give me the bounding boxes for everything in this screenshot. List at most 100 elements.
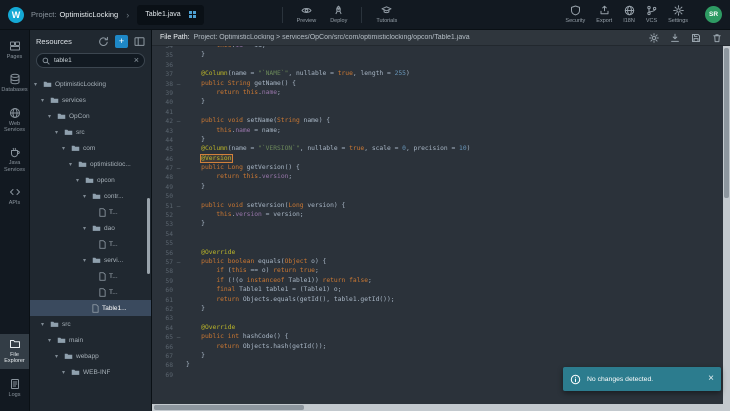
caret-down-icon[interactable] [62, 369, 68, 376]
caret-down-icon[interactable] [34, 81, 40, 88]
tree-item[interactable]: optimisticloc... [30, 156, 151, 172]
preview-button[interactable]: Preview [297, 5, 317, 24]
apis-icon [9, 186, 21, 198]
nav-pages[interactable]: Pages [0, 36, 29, 64]
search-input[interactable] [54, 57, 130, 64]
gutter-row: 60 [152, 286, 184, 295]
tree-item[interactable]: OptimisticLocking [30, 76, 151, 92]
caret-down-icon[interactable] [48, 113, 54, 120]
tree-item-label: optimisticloc... [90, 161, 131, 168]
settings-button[interactable]: Settings [668, 5, 688, 24]
caret-down-icon[interactable] [62, 145, 68, 152]
grid-icon[interactable] [189, 11, 196, 18]
nav-logs[interactable]: Logs [0, 374, 29, 402]
nav-java-services[interactable]: Java Services [0, 142, 29, 177]
tutorials-button[interactable]: Tutorials [376, 5, 397, 24]
tree-item[interactable]: src [30, 316, 151, 332]
caret-down-icon[interactable] [69, 161, 75, 168]
caret-down-icon[interactable] [55, 353, 61, 360]
caret-down-icon[interactable] [83, 225, 89, 232]
nav-databases[interactable]: Databases [0, 69, 29, 97]
folder-icon [57, 336, 66, 344]
fold-spacer [173, 155, 184, 164]
fold-icon[interactable]: – [173, 164, 184, 173]
security-button[interactable]: Security [565, 5, 585, 24]
file-actions [639, 33, 722, 43]
caret-down-icon[interactable] [48, 337, 54, 344]
file-icon [92, 304, 99, 313]
code-editor[interactable]: 3435363738–39404142–4344454647–48495051–… [152, 46, 723, 404]
line-number: 38 [152, 80, 173, 89]
tree-item[interactable]: OpCon [30, 108, 151, 124]
export-button[interactable]: Export [596, 5, 612, 24]
fold-icon[interactable]: – [173, 258, 184, 267]
studio-window: Project: OptimisticLocking Table1.java P… [0, 0, 730, 411]
fold-icon[interactable]: – [173, 117, 184, 126]
gutter-row: 63 [152, 314, 184, 323]
vcs-button[interactable]: VCS [646, 5, 657, 24]
line-number: 66 [152, 343, 173, 352]
code-line: public void setName(String name) { [186, 117, 723, 126]
file-tab[interactable]: Table1.java [137, 5, 203, 25]
save-icon[interactable] [691, 33, 701, 43]
scrollbar-thumb[interactable] [154, 405, 304, 410]
collapse-panel-icon[interactable] [134, 36, 145, 47]
tree-item[interactable]: Table1... [30, 300, 151, 316]
deploy-button[interactable]: Deploy [330, 5, 347, 24]
file-settings-icon[interactable] [649, 33, 659, 43]
line-number: 56 [152, 249, 173, 258]
fold-icon[interactable]: – [173, 80, 184, 89]
fold-spacer [173, 220, 184, 229]
nav-web-services[interactable]: Web Services [0, 103, 29, 138]
caret-down-icon[interactable] [83, 257, 89, 264]
tree-item[interactable]: T... [30, 204, 151, 220]
caret-down-icon[interactable] [55, 129, 61, 136]
user-avatar[interactable]: SR [705, 6, 722, 23]
add-resource-button[interactable] [115, 35, 128, 48]
tree-item[interactable]: opcon [30, 172, 151, 188]
caret-down-icon[interactable] [83, 193, 89, 200]
sidebar-scrollbar[interactable] [147, 198, 150, 274]
app-logo[interactable] [8, 7, 24, 23]
download-icon[interactable] [670, 33, 680, 43]
tree-item[interactable]: services [30, 92, 151, 108]
deploy-icon [333, 5, 344, 16]
tree-item[interactable]: servi... [30, 252, 151, 268]
tree-item[interactable]: main [30, 332, 151, 348]
scrollbar-thumb[interactable] [724, 48, 729, 198]
i18n-button[interactable]: I18N [623, 5, 635, 24]
tree-item[interactable]: src [30, 124, 151, 140]
gutter-row: 39 [152, 89, 184, 98]
vertical-scrollbar[interactable] [723, 46, 730, 404]
folder-icon [71, 368, 80, 376]
horizontal-scrollbar[interactable] [152, 404, 723, 411]
caret-down-icon[interactable] [41, 97, 47, 104]
tree-item[interactable]: WEB-INF [30, 364, 151, 380]
tree-item[interactable]: T... [30, 284, 151, 300]
tree-item[interactable]: com [30, 140, 151, 156]
tree-item-label: services [62, 97, 86, 104]
tree-item[interactable]: T... [30, 236, 151, 252]
refresh-icon[interactable] [98, 36, 109, 47]
close-icon[interactable] [708, 374, 714, 384]
nav-apis[interactable]: APIs [0, 182, 29, 210]
fold-icon[interactable]: – [173, 202, 184, 211]
code-line [186, 192, 723, 201]
action-label: Deploy [330, 18, 347, 24]
delete-icon[interactable] [712, 33, 722, 43]
logs-icon [9, 378, 21, 390]
fold-icon[interactable]: – [173, 333, 184, 342]
tree-item[interactable]: T... [30, 268, 151, 284]
caret-down-icon[interactable] [41, 321, 47, 328]
gutter-row: 55 [152, 239, 184, 248]
tree-item-label: WEB-INF [83, 369, 110, 376]
gutter-row: 44 [152, 136, 184, 145]
folder-icon [71, 144, 80, 152]
tree-item[interactable]: dao [30, 220, 151, 236]
clear-search-icon[interactable] [134, 56, 139, 65]
tree-item-label: T... [109, 209, 118, 216]
nav-file-explorer[interactable]: File Explorer [0, 334, 29, 369]
caret-down-icon[interactable] [76, 177, 82, 184]
tree-item[interactable]: webapp [30, 348, 151, 364]
tree-item[interactable]: contr... [30, 188, 151, 204]
